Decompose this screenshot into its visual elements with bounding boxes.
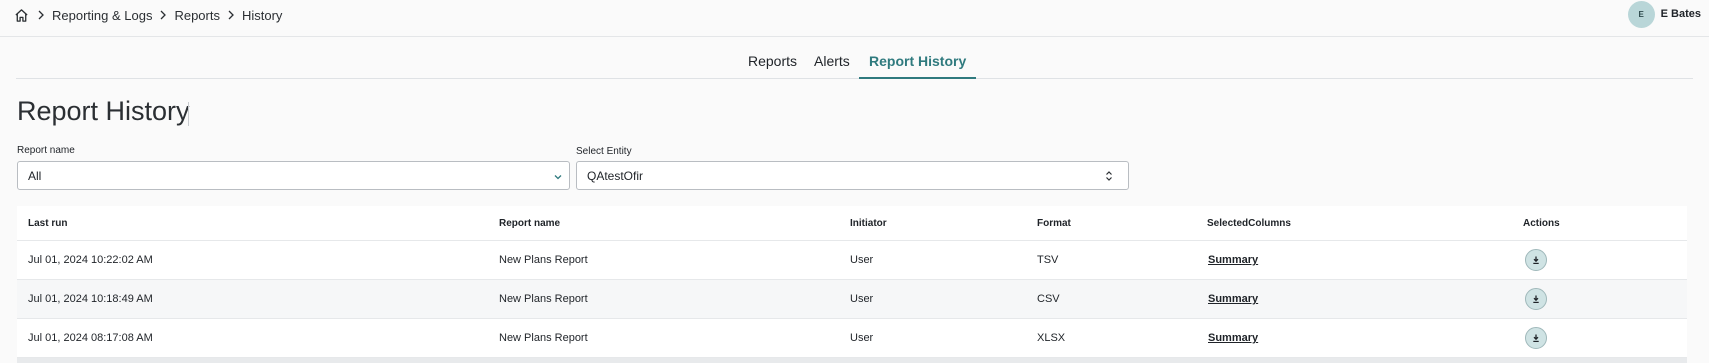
table-row: Jul 01, 2024 10:22:02 AM New Plans Repor… — [17, 241, 1687, 280]
page-title: Report History — [17, 96, 190, 126]
actions-cell — [1525, 280, 1547, 318]
select-entity-select[interactable]: QAtestOfir — [576, 161, 1129, 190]
selected-columns-cell: Summary — [1208, 241, 1258, 279]
download-icon[interactable] — [1525, 288, 1547, 310]
column-header[interactable]: SelectedColumns — [1207, 206, 1291, 240]
report-name-value: All — [28, 169, 42, 183]
tab-alerts[interactable]: Alerts — [804, 50, 860, 79]
chevron-right-icon — [30, 10, 52, 20]
table-row: Jul 01, 2024 08:17:08 AM New Plans Repor… — [17, 319, 1687, 358]
top-bar: Reporting & Logs Reports History E E Bat… — [0, 0, 1709, 37]
tab-report-history[interactable]: Report History — [859, 50, 977, 79]
breadcrumb: Reporting & Logs Reports History — [12, 4, 282, 26]
chevron-down-icon — [553, 171, 563, 181]
avatar[interactable]: E — [1627, 0, 1655, 28]
select-entity-value: QAtestOfir — [587, 169, 644, 183]
report-name-cell: New Plans Report — [499, 293, 588, 305]
title-divider — [188, 102, 189, 126]
initiator-cell: User — [850, 254, 874, 266]
report-name-cell: New Plans Report — [499, 254, 588, 266]
home-icon[interactable] — [12, 6, 30, 24]
last-run-cell: Jul 01, 2024 10:22:02 AM — [28, 254, 153, 266]
chevron-right-icon — [152, 10, 174, 20]
report-name-label: Report name — [17, 145, 75, 156]
chevron-right-icon — [220, 10, 242, 20]
column-header[interactable]: Last run — [28, 206, 67, 240]
column-header: Actions — [1523, 217, 1560, 229]
last-run-cell: Jul 01, 2024 08:17:08 AM — [28, 332, 153, 344]
format-cell: TSV — [1037, 254, 1059, 266]
column-header[interactable]: Report name — [499, 206, 560, 240]
format-cell: XLSX — [1037, 332, 1066, 344]
report-history-table: Last run Report name Initiator Format Se… — [17, 206, 1687, 358]
report-name-cell: New Plans Report — [499, 332, 588, 344]
actions-cell — [1525, 319, 1547, 357]
format-cell: CSV — [1037, 293, 1060, 305]
breadcrumb-reporting-logs[interactable]: Reporting & Logs — [52, 8, 152, 23]
breadcrumb-history: History — [241, 7, 283, 23]
select-entity-label: Select Entity — [576, 146, 632, 157]
sort-updown-icon — [1104, 170, 1114, 182]
summary-link[interactable]: Summary — [1208, 332, 1258, 344]
initiator-cell: User — [850, 293, 874, 305]
download-icon[interactable] — [1525, 327, 1547, 349]
table-row: Jul 01, 2024 10:18:49 AM New Plans Repor… — [17, 280, 1687, 319]
selected-columns-cell: Summary — [1208, 280, 1258, 318]
last-run-cell: Jul 01, 2024 10:18:49 AM — [28, 293, 153, 305]
summary-link[interactable]: Summary — [1208, 254, 1258, 266]
table-scroll-strip — [17, 358, 1687, 363]
download-icon[interactable] — [1525, 249, 1547, 271]
user-name: E Bates — [1660, 8, 1701, 20]
table-header: Last run Report name Initiator Format Se… — [17, 206, 1687, 241]
user-menu[interactable]: E E Bates — [1627, 0, 1701, 28]
initiator-cell: User — [850, 332, 874, 344]
tab-reports[interactable]: Reports — [738, 50, 807, 79]
report-name-select[interactable]: All — [17, 161, 570, 190]
selected-columns-cell: Summary — [1208, 319, 1258, 357]
tab-bar: Reports Alerts Report History — [0, 50, 1709, 79]
actions-cell — [1525, 241, 1547, 279]
summary-link[interactable]: Summary — [1208, 293, 1258, 305]
column-header[interactable]: Initiator — [850, 206, 887, 240]
column-header[interactable]: Format — [1037, 206, 1071, 240]
breadcrumb-reports[interactable]: Reports — [174, 8, 220, 23]
